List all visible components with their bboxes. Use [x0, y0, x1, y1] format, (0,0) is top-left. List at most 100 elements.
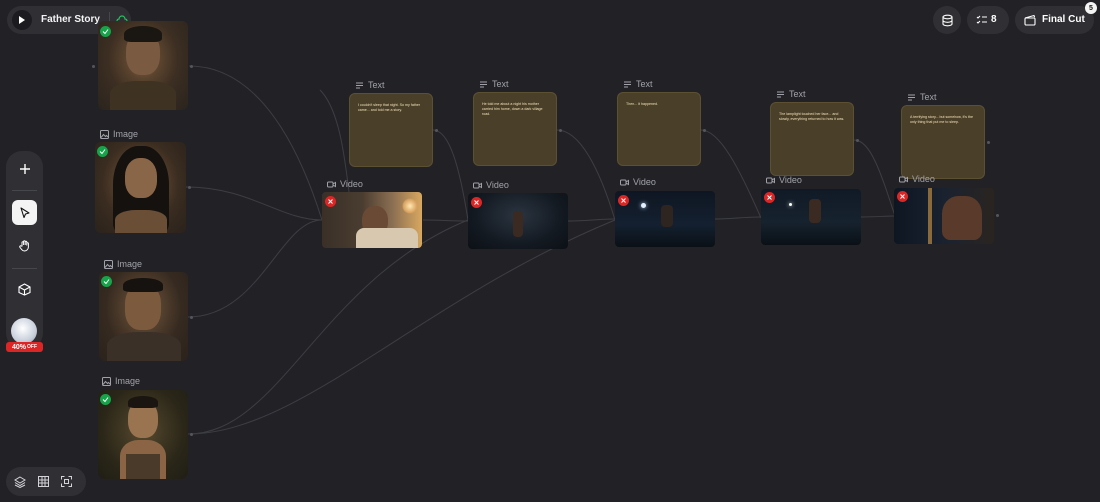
- left-toolbar: 40% OFF: [6, 151, 43, 352]
- text-lines-icon: [480, 81, 487, 87]
- project-title[interactable]: Father Story: [41, 14, 100, 25]
- task-count: 8: [991, 14, 997, 25]
- scene-figure: [942, 196, 982, 240]
- image-node-boy[interactable]: [98, 21, 188, 110]
- status-error-badge[interactable]: [618, 195, 629, 206]
- output-port[interactable]: [190, 316, 193, 319]
- grid-icon[interactable]: [37, 475, 50, 488]
- output-port[interactable]: [996, 214, 999, 217]
- database-button[interactable]: [933, 6, 961, 34]
- scene-lamp: [402, 198, 418, 214]
- image-node-father[interactable]: [99, 272, 188, 361]
- portrait-hair: [124, 26, 162, 42]
- text-node-label: Text: [623, 79, 653, 89]
- text-lines-icon: [777, 91, 784, 97]
- workflow-canvas[interactable]: Father Story 8 Final Cut 5 40% OFF Image…: [0, 0, 1100, 502]
- portrait-body: [110, 81, 176, 110]
- video-node-4[interactable]: [761, 189, 861, 245]
- text-node-5[interactable]: A terrifying story... but somehow, it's …: [901, 105, 985, 179]
- video-node-label: Video: [766, 175, 802, 185]
- status-ok-badge: [97, 146, 108, 157]
- status-error-badge[interactable]: [764, 192, 775, 203]
- portrait-hair: [123, 278, 163, 292]
- plus-icon: [19, 163, 30, 174]
- portrait-body: [107, 332, 181, 361]
- text-lines-icon: [356, 82, 363, 88]
- video-camera-icon: [766, 177, 775, 183]
- scene-figure: [809, 199, 821, 223]
- layers-icon[interactable]: [13, 475, 26, 488]
- video-camera-icon: [473, 182, 482, 188]
- notification-badge[interactable]: 5: [1085, 2, 1097, 14]
- text-node-label: Text: [907, 92, 937, 102]
- video-node-2[interactable]: [468, 193, 568, 249]
- text-lines-icon: [908, 94, 915, 100]
- output-port[interactable]: [188, 186, 191, 189]
- video-node-label: Video: [620, 177, 656, 187]
- promo-badge[interactable]: 40% OFF: [6, 342, 43, 352]
- tasks-button[interactable]: 8: [967, 6, 1009, 34]
- portrait-dress: [126, 454, 160, 479]
- output-port[interactable]: [190, 65, 193, 68]
- video-camera-icon: [327, 181, 336, 187]
- portrait-face: [125, 158, 157, 198]
- scene-figure: [661, 205, 673, 227]
- video-camera-icon: [620, 179, 629, 185]
- image-node-girl[interactable]: [95, 142, 186, 233]
- scene-lamp: [789, 203, 792, 206]
- final-cut-label: Final Cut: [1042, 14, 1085, 25]
- video-node-5[interactable]: [894, 188, 994, 244]
- output-port[interactable]: [559, 129, 562, 132]
- output-port[interactable]: [987, 141, 990, 144]
- scene-figure: [513, 211, 523, 237]
- status-error-badge[interactable]: [897, 191, 908, 202]
- image-node-label: Image: [104, 259, 142, 269]
- pan-tool-button[interactable]: [14, 235, 35, 256]
- image-icon: [104, 259, 113, 269]
- video-node-label: Video: [473, 180, 509, 190]
- database-icon: [940, 13, 954, 27]
- image-node-label: Image: [100, 129, 138, 139]
- scene-post: [928, 188, 932, 244]
- image-icon: [100, 129, 109, 139]
- text-node-1[interactable]: I couldn't sleep that night. So my fathe…: [349, 93, 433, 167]
- cube-icon: [18, 283, 31, 296]
- bottom-toolbar: [6, 467, 86, 496]
- status-error-badge[interactable]: [325, 196, 336, 207]
- portrait-hair: [128, 396, 158, 408]
- video-node-1[interactable]: [322, 192, 422, 248]
- promo-percent: 40%: [11, 343, 26, 351]
- video-node-label: Video: [899, 174, 935, 184]
- text-node-label: Text: [355, 80, 385, 90]
- text-node-4[interactable]: The lamplight touched her face... and sl…: [770, 102, 854, 176]
- cursor-icon: [19, 206, 30, 218]
- app-logo-icon[interactable]: [12, 10, 32, 30]
- checklist-icon: [976, 14, 988, 26]
- text-node-label: Text: [776, 89, 806, 99]
- input-port[interactable]: [92, 65, 95, 68]
- status-error-badge[interactable]: [471, 197, 482, 208]
- video-camera-icon: [899, 176, 908, 182]
- select-tool-button[interactable]: [12, 200, 37, 225]
- avatar[interactable]: [11, 318, 37, 344]
- text-node-3[interactable]: Then... it happened.: [617, 92, 701, 166]
- scene-blanket: [356, 228, 418, 248]
- divider: [12, 268, 37, 269]
- image-node-label: Image: [102, 376, 140, 386]
- video-node-3[interactable]: [615, 191, 715, 247]
- text-node-2[interactable]: He told me about a night his mother carr…: [473, 92, 557, 166]
- assets-button[interactable]: [14, 279, 35, 300]
- output-port[interactable]: [703, 129, 706, 132]
- hand-icon: [19, 240, 29, 252]
- status-ok-badge: [100, 394, 111, 405]
- add-node-button[interactable]: [14, 158, 35, 179]
- image-icon: [102, 376, 111, 386]
- image-node-mother[interactable]: [98, 390, 188, 479]
- output-port[interactable]: [435, 129, 438, 132]
- status-ok-badge: [101, 276, 112, 287]
- fit-view-icon[interactable]: [60, 475, 73, 488]
- output-port[interactable]: [856, 139, 859, 142]
- final-cut-button[interactable]: Final Cut: [1015, 6, 1094, 34]
- output-port[interactable]: [190, 433, 193, 436]
- text-lines-icon: [624, 81, 631, 87]
